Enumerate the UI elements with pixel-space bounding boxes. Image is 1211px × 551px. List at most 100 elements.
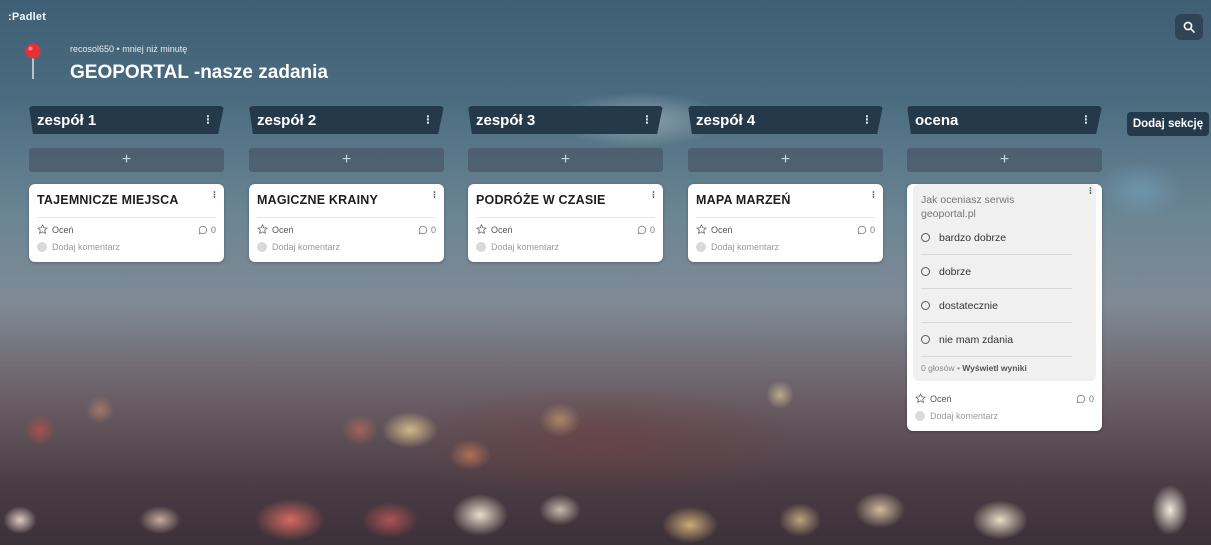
- add-comment-field[interactable]: Dodaj komentarz: [907, 411, 1102, 431]
- section-header[interactable]: zespół 1 ⁝: [29, 106, 224, 134]
- rate-button[interactable]: Oceń: [37, 224, 74, 235]
- section-zespol-3: zespół 3 ⁝ + PODRÓŻE W CZASIE ⁝ Oceń 0 D…: [468, 106, 663, 262]
- comment-count[interactable]: 0: [1076, 394, 1094, 404]
- section-header[interactable]: zespół 3 ⁝: [468, 106, 663, 134]
- comment-count-value: 0: [1088, 393, 1094, 404]
- radio-icon: [921, 267, 930, 276]
- rate-label: Oceń: [491, 224, 513, 235]
- comment-count[interactable]: 0: [857, 225, 875, 235]
- rate-button[interactable]: Oceń: [476, 224, 513, 235]
- radio-icon: [921, 335, 930, 344]
- rate-label: Oceń: [52, 224, 74, 235]
- comment-icon: [637, 225, 647, 234]
- rate-button[interactable]: Oceń: [696, 224, 733, 235]
- poll-option-label: nie mam zdania: [939, 333, 1014, 346]
- show-results-link[interactable]: Wyświetl wyniki: [962, 363, 1027, 373]
- post-menu-icon[interactable]: ⁝: [1089, 186, 1092, 197]
- post-title: TAJEMNICZE MIEJSCA: [37, 193, 179, 207]
- star-icon: [915, 393, 926, 404]
- section-menu-icon[interactable]: ⁝: [206, 112, 210, 128]
- add-comment-label: Dodaj komentarz: [491, 242, 560, 252]
- poll-option-label: dostatecznie: [939, 299, 998, 312]
- post-menu-icon[interactable]: ⁝: [652, 190, 655, 201]
- add-comment-label: Dodaj komentarz: [930, 411, 999, 421]
- add-section-button[interactable]: Dodaj sekcję: [1127, 112, 1209, 136]
- poll-footer: 0 głosów • Wyświetl wyniki: [921, 363, 1086, 373]
- add-comment-label: Dodaj komentarz: [711, 242, 780, 252]
- section-menu-icon[interactable]: ⁝: [645, 112, 649, 128]
- post-title: PODRÓŻE W CZASIE: [476, 193, 606, 207]
- section-title: ocena: [915, 111, 959, 129]
- add-post-button[interactable]: +: [468, 148, 663, 172]
- divider: [696, 217, 875, 218]
- updated-time: mniej niż minutę: [122, 44, 188, 54]
- user-avatar-icon: [915, 411, 925, 421]
- section-menu-icon[interactable]: ⁝: [865, 112, 869, 128]
- add-post-button[interactable]: +: [249, 148, 444, 172]
- user-avatar-icon: [696, 242, 706, 252]
- author-name[interactable]: recosol650: [70, 44, 114, 54]
- rate-label: Oceń: [711, 224, 733, 235]
- board-meta: recosol650 • mniej niż minutę: [70, 44, 187, 54]
- comment-count-value: 0: [649, 224, 655, 235]
- add-comment-field[interactable]: Dodaj komentarz: [37, 242, 216, 252]
- post-card[interactable]: TAJEMNICZE MIEJSCA ⁝ Oceń 0 Dodaj koment…: [29, 184, 224, 262]
- comment-icon: [1076, 394, 1086, 403]
- comment-icon: [198, 225, 208, 234]
- poll-option-label: dobrze: [939, 265, 972, 278]
- add-post-button[interactable]: +: [907, 148, 1102, 172]
- post-card[interactable]: MAGICZNE KRAINY ⁝ Oceń 0 Dodaj komentarz: [249, 184, 444, 262]
- comment-count[interactable]: 0: [418, 225, 436, 235]
- star-icon: [37, 224, 48, 235]
- section-header[interactable]: zespół 2 ⁝: [249, 106, 444, 134]
- rate-button[interactable]: Oceń: [257, 224, 294, 235]
- star-icon: [696, 224, 707, 235]
- add-comment-field[interactable]: Dodaj komentarz: [476, 242, 655, 252]
- poll-card[interactable]: ⁝ Jak oceniasz serwis geoportal.pl bardz…: [907, 184, 1102, 431]
- section-zespol-4: zespół 4 ⁝ + MAPA MARZEŃ ⁝ Oceń 0 Dodaj …: [688, 106, 883, 262]
- post-title: MAGICZNE KRAINY: [257, 193, 379, 207]
- comment-count-value: 0: [210, 224, 216, 235]
- comment-icon: [857, 225, 867, 234]
- add-comment-field[interactable]: Dodaj komentarz: [257, 242, 436, 252]
- post-menu-icon[interactable]: ⁝: [872, 190, 875, 201]
- section-menu-icon[interactable]: ⁝: [1084, 112, 1088, 128]
- poll-option[interactable]: nie mam zdania: [921, 323, 1072, 357]
- comment-count-value: 0: [869, 224, 875, 235]
- post-title: MAPA MARZEŃ: [696, 193, 791, 207]
- user-avatar-icon: [476, 242, 486, 252]
- post-card[interactable]: PODRÓŻE W CZASIE ⁝ Oceń 0 Dodaj komentar…: [468, 184, 663, 262]
- section-menu-icon[interactable]: ⁝: [426, 112, 430, 128]
- section-header[interactable]: zespół 4 ⁝: [688, 106, 883, 134]
- section-header[interactable]: ocena ⁝: [907, 106, 1102, 134]
- comment-icon: [418, 225, 428, 234]
- poll-option[interactable]: bardzo dobrze: [921, 221, 1072, 255]
- post-menu-icon[interactable]: ⁝: [213, 190, 216, 201]
- section-title: zespół 4: [696, 111, 756, 129]
- poll-question: Jak oceniasz serwis geoportal.pl: [921, 194, 1015, 220]
- user-avatar-icon: [257, 242, 267, 252]
- padlet-logo[interactable]: :Padlet: [8, 11, 46, 23]
- poll: ⁝ Jak oceniasz serwis geoportal.pl bardz…: [913, 184, 1096, 381]
- post-menu-icon[interactable]: ⁝: [433, 190, 436, 201]
- meta-separator: •: [116, 44, 120, 54]
- section-title: zespół 3: [476, 111, 536, 129]
- search-button[interactable]: [1175, 14, 1203, 40]
- section-ocena: ocena ⁝ + ⁝ Jak oceniasz serwis geoporta…: [907, 106, 1102, 431]
- add-comment-field[interactable]: Dodaj komentarz: [696, 242, 875, 252]
- comment-count-value: 0: [430, 224, 436, 235]
- add-comment-label: Dodaj komentarz: [52, 242, 121, 252]
- add-post-button[interactable]: +: [29, 148, 224, 172]
- radio-icon: [921, 233, 930, 242]
- vote-count: 0 głosów: [921, 363, 955, 373]
- rate-button[interactable]: Oceń: [915, 393, 952, 404]
- section-zespol-2: zespół 2 ⁝ + MAGICZNE KRAINY ⁝ Oceń 0 Do…: [249, 106, 444, 262]
- divider: [37, 217, 216, 218]
- poll-option[interactable]: dostatecznie: [921, 289, 1072, 323]
- comment-count[interactable]: 0: [198, 225, 216, 235]
- add-post-button[interactable]: +: [688, 148, 883, 172]
- add-comment-label: Dodaj komentarz: [272, 242, 341, 252]
- poll-option[interactable]: dobrze: [921, 255, 1072, 289]
- post-card[interactable]: MAPA MARZEŃ ⁝ Oceń 0 Dodaj komentarz: [688, 184, 883, 262]
- comment-count[interactable]: 0: [637, 225, 655, 235]
